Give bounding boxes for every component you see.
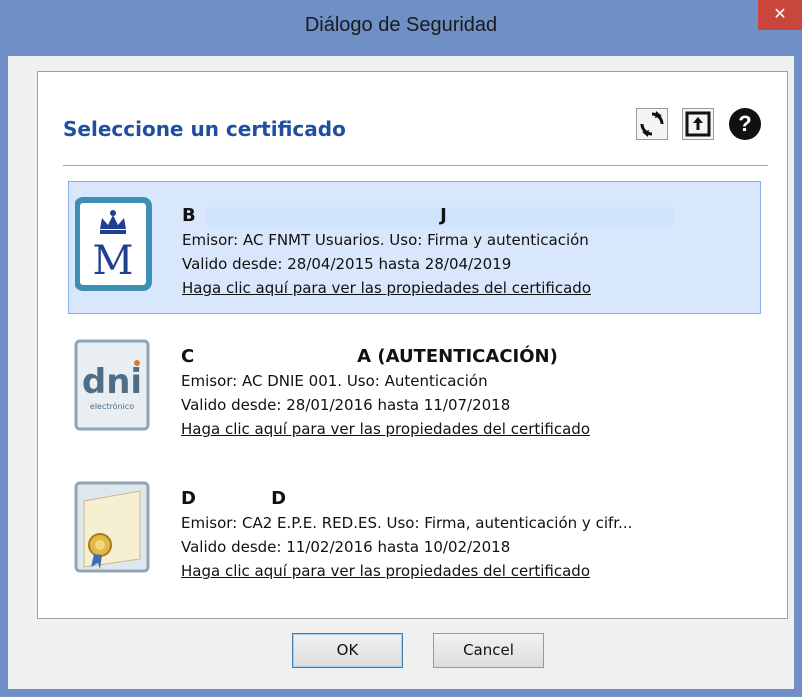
certificate-name: C A (AUTENTICACIÓN): [181, 346, 558, 367]
certificate-item[interactable]: D D Emisor: CA2 E.P.E. RED.ES. Uso: Firm…: [68, 465, 761, 598]
title-bar[interactable]: Diálogo de Seguridad ✕: [0, 0, 802, 56]
dni-electronico-icon: dni electrónico: [74, 337, 165, 437]
certificate-validity: Valido desde: 28/04/2015 hasta 28/04/201…: [182, 255, 512, 273]
certificate-panel: Seleccione un certificado ? M B J Emisor…: [37, 71, 788, 619]
fnmt-crown-m-icon: M: [74, 196, 166, 296]
certificate-item[interactable]: M B J Emisor: AC FNMT Usuarios. Uso: Fir…: [68, 181, 761, 314]
certificate-properties-link[interactable]: Haga clic aquí para ver las propiedades …: [182, 276, 591, 300]
close-button[interactable]: ✕: [758, 0, 802, 30]
certificate-validity: Valido desde: 28/01/2016 hasta 11/07/201…: [181, 396, 511, 414]
page-title: Seleccione un certificado: [63, 117, 346, 141]
certificate-name: B J: [182, 205, 447, 226]
certificate-issuer: Emisor: AC FNMT Usuarios. Uso: Firma y a…: [182, 231, 589, 249]
ok-button[interactable]: OK: [292, 633, 403, 668]
certificate-issuer: Emisor: AC DNIE 001. Uso: Autenticación: [181, 372, 488, 390]
certificate-seal-icon: [74, 479, 165, 579]
close-icon: ✕: [773, 4, 787, 23]
svg-text:electrónico: electrónico: [90, 401, 134, 411]
help-icon[interactable]: ?: [729, 108, 761, 140]
window-title: Diálogo de Seguridad: [304, 14, 498, 36]
svg-text:dni: dni: [82, 362, 142, 402]
cancel-button[interactable]: Cancel: [433, 633, 544, 668]
dialog-body: Seleccione un certificado ? M B J Emisor…: [8, 56, 794, 689]
certificate-item[interactable]: dni electrónico C A (AUTENTICACIÓN) Emis…: [68, 323, 761, 456]
dialog-window: Diálogo de Seguridad ✕ Seleccione un cer…: [0, 0, 802, 697]
svg-text:M: M: [93, 238, 134, 284]
certificate-issuer: Emisor: CA2 E.P.E. RED.ES. Uso: Firma, a…: [181, 514, 633, 532]
export-icon[interactable]: [682, 108, 714, 140]
refresh-icon[interactable]: [636, 108, 668, 140]
certificate-name: D D: [181, 488, 287, 509]
divider: [63, 165, 768, 166]
certificate-properties-link[interactable]: Haga clic aquí para ver las propiedades …: [181, 417, 590, 441]
certificate-validity: Valido desde: 11/02/2016 hasta 10/02/201…: [181, 538, 511, 556]
certificate-properties-link[interactable]: Haga clic aquí para ver las propiedades …: [181, 559, 632, 583]
